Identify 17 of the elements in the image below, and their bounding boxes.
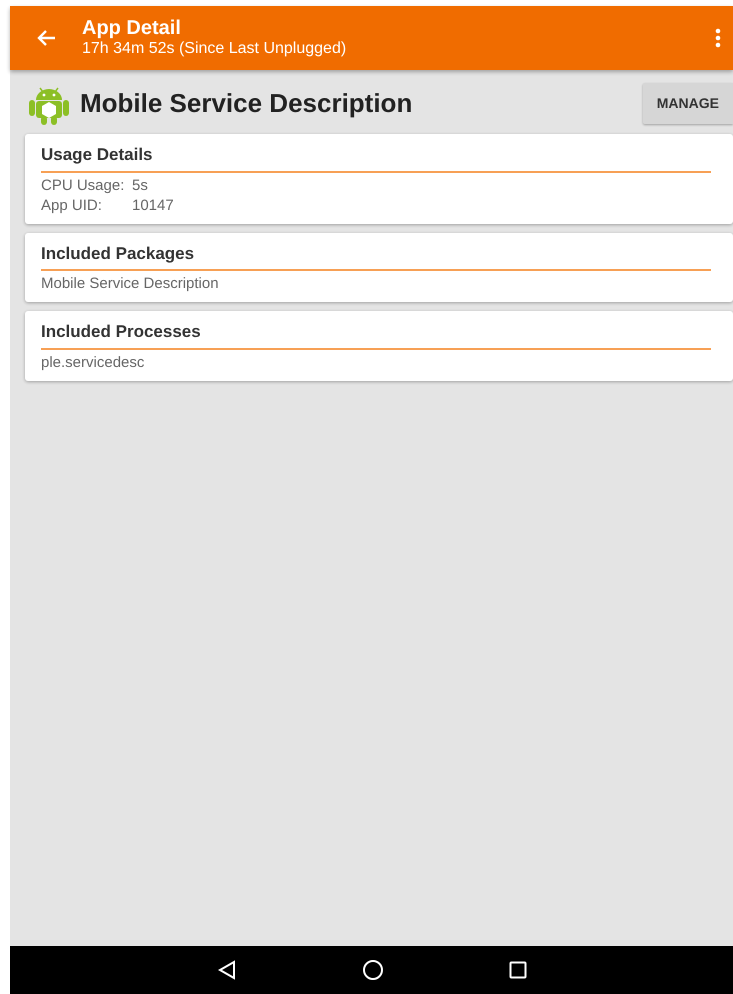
- card-title: Usage Details: [41, 142, 711, 172]
- field-label: App UID:: [41, 196, 103, 216]
- field-label: CPU Usage:: [41, 176, 126, 196]
- field-value: 5s: [132, 176, 148, 194]
- back-icon[interactable]: [216, 960, 236, 980]
- screen-title: App Detail: [82, 17, 182, 39]
- home-icon[interactable]: [362, 959, 384, 981]
- app-name: Mobile Service Description: [80, 86, 414, 120]
- more-icon[interactable]: [715, 28, 721, 48]
- field-value: 10147: [132, 196, 174, 214]
- recents-icon[interactable]: [508, 961, 526, 979]
- card-title: Included Packages: [41, 240, 711, 271]
- screen-subtitle: 17h 34m 52s (Since Last Unplugged): [82, 39, 348, 59]
- list-item: Mobile Service Description: [41, 275, 219, 292]
- manage-button[interactable]: MANAGE: [642, 82, 733, 124]
- list-item: ple.servicedesc: [41, 354, 144, 370]
- card-title: Included Processes: [41, 319, 711, 350]
